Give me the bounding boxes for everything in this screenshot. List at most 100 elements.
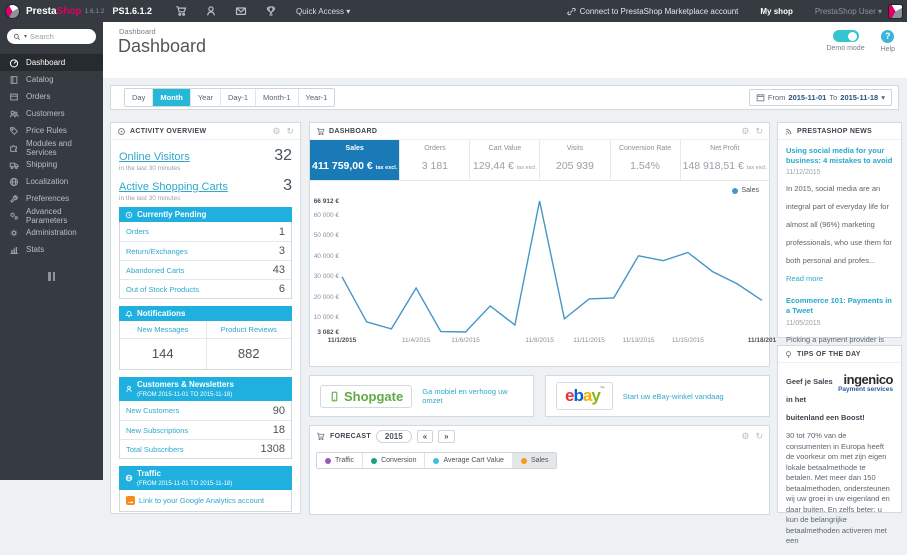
sidebar-item-customers[interactable]: Customers (0, 105, 103, 122)
brand-shop: Shop (56, 5, 82, 17)
panel-title: DASHBOARD (329, 127, 378, 135)
new-messages-link[interactable]: New Messages (120, 321, 206, 339)
gear-icon[interactable]: ⚙ (272, 126, 280, 137)
out-of-stock-link[interactable]: Out of Stock Products (126, 285, 199, 294)
date-range-picker[interactable]: From 2015-11-01 To 2015-11-18 ▾ (748, 89, 892, 106)
news-article-title[interactable]: Ecommerce 101: Payments in a Tweet (786, 296, 893, 316)
sidebar-item-label: Administration (26, 228, 77, 237)
kpi-label: Cart Value (488, 145, 522, 152)
ebay-link[interactable]: Start uw eBay-winkel vandaag (623, 392, 724, 401)
panel-title: PRESTASHOP NEWS (797, 127, 873, 135)
refresh-icon[interactable]: ↻ (286, 126, 294, 137)
total-subscribers-link[interactable]: Total Subscribers (126, 445, 184, 454)
mail-icon[interactable] (235, 5, 247, 17)
sidebar-item-localization[interactable]: Localization (0, 173, 103, 190)
marketplace-link[interactable]: Connect to PrestaShop Marketplace accoun… (567, 7, 738, 16)
online-visitors-link[interactable]: Online Visitors (119, 151, 190, 163)
refresh-icon[interactable]: ↻ (755, 126, 763, 137)
google-analytics-link[interactable]: Link to your Google Analytics account (139, 496, 264, 505)
shopgate-logo-text: Shopgate (344, 388, 404, 404)
abandoned-carts-link[interactable]: Abandoned Carts (126, 266, 184, 275)
sidebar-item-orders[interactable]: Orders (0, 88, 103, 105)
demo-mode-toggle[interactable] (832, 30, 859, 42)
new-subscriptions-link[interactable]: New Subscriptions (126, 426, 188, 435)
sidebar-item-modules[interactable]: Modules and Services (0, 139, 103, 157)
list-item: Return/Exchanges 3 (120, 241, 291, 260)
globe-icon (125, 474, 133, 482)
my-shop-link[interactable]: My shop (760, 7, 792, 16)
gear-icon[interactable]: ⚙ (741, 126, 749, 137)
range-month-button[interactable]: Month (153, 89, 191, 106)
search-input[interactable] (30, 32, 83, 41)
forecast-metric-switcher: Traffic Conversion Average Cart Value Sa… (316, 452, 558, 469)
sidebar-item-catalog[interactable]: Catalog (0, 71, 103, 88)
kpi-net-profit[interactable]: Net Profit 148 918,51 € tax excl. (679, 140, 769, 180)
sidebar-item-shipping[interactable]: Shipping (0, 156, 103, 173)
returns-link[interactable]: Return/Exchanges (126, 247, 188, 256)
sidebar-collapse-icon[interactable] (47, 272, 57, 281)
sidebar-item-administration[interactable]: Administration (0, 224, 103, 241)
section-title: Currently Pending (137, 210, 207, 219)
search-scope-caret-icon[interactable]: ▾ (24, 33, 27, 40)
kpi-conversion-rate[interactable]: Conversion Rate 1.54% (609, 140, 680, 180)
forecast-sales-button[interactable]: Sales (512, 453, 557, 468)
date-range-presets: Day Month Year Day-1 Month-1 Year-1 (124, 88, 336, 107)
y-tick-label: 40 000 € (313, 252, 339, 260)
range-year-button[interactable]: Year (190, 89, 221, 106)
trademark-symbol: ™ (599, 386, 605, 392)
tip-body: 30 tot 70% van de consumenten in Europa … (786, 431, 890, 545)
receipt-icon (9, 92, 19, 102)
sidebar-item-price-rules[interactable]: Price Rules (0, 122, 103, 139)
range-month-1-button[interactable]: Month-1 (256, 89, 299, 106)
ebay-banner[interactable]: ebay™ Start uw eBay-winkel vandaag (545, 375, 770, 417)
sidebar-item-advanced-parameters[interactable]: Advanced Parameters (0, 207, 103, 225)
legend-dot (732, 187, 739, 194)
y-tick-label: 10 000 € (313, 314, 339, 322)
forecast-prev-button[interactable]: « (416, 430, 434, 443)
breadcrumb[interactable]: Dashboard (119, 27, 156, 36)
product-reviews-link[interactable]: Product Reviews (206, 321, 291, 339)
page-title: Dashboard (118, 36, 207, 56)
tips-of-the-day-panel: TIPS OF THE DAY ingenico Payment service… (777, 345, 902, 545)
sidebar-item-stats[interactable]: Stats (0, 241, 103, 258)
kpi-visits[interactable]: Visits 205 939 (539, 140, 609, 180)
sidebar-search[interactable]: ▾ (7, 29, 96, 44)
ingenico-logo: ingenico Payment services (838, 373, 893, 393)
range-day-1-button[interactable]: Day-1 (221, 89, 257, 106)
list-item: Total Subscribers 1308 (120, 439, 291, 458)
forecast-conversion-button[interactable]: Conversion (363, 453, 426, 468)
orders-link[interactable]: Orders (126, 227, 149, 236)
shopgate-banner[interactable]: Shopgate Ga mobiel en verhoog uw omzet (309, 375, 534, 417)
new-customers-link[interactable]: New Customers (126, 406, 179, 415)
active-carts-subtitle: in the last 30 minutes (119, 195, 181, 202)
forecast-avg-cart-button[interactable]: Average Cart Value (425, 453, 513, 468)
forecast-traffic-button[interactable]: Traffic (317, 453, 364, 468)
customer-icon[interactable] (205, 5, 217, 17)
active-carts-link[interactable]: Active Shopping Carts (119, 181, 228, 193)
user-menu[interactable]: PrestaShop User ▾ (815, 7, 882, 16)
kpi-cart-value[interactable]: Cart Value 129,44 € tax excl. (469, 140, 539, 180)
range-day-button[interactable]: Day (125, 89, 154, 106)
kpi-sales[interactable]: Sales 411 759,00 € tax excl. (310, 140, 400, 180)
user-avatar[interactable] (888, 3, 903, 19)
cogs-icon (9, 211, 19, 221)
sidebar-item-preferences[interactable]: Preferences (0, 190, 103, 207)
trophy-icon[interactable] (265, 5, 277, 17)
kpi-orders[interactable]: Orders 3 181 (399, 140, 469, 180)
new-subscriptions-count: 18 (272, 424, 285, 436)
sidebar-item-dashboard[interactable]: Dashboard (0, 54, 103, 71)
legend-label: Average Cart Value (443, 457, 504, 464)
sidebar-item-label: Orders (26, 92, 51, 101)
shopgate-link[interactable]: Ga mobiel en verhoog uw omzet (422, 387, 523, 405)
news-article-title[interactable]: Using social media for your business: 4 … (786, 146, 893, 166)
quick-access-menu[interactable]: Quick Access ▾ (296, 7, 350, 16)
abandoned-carts-count: 43 (272, 264, 285, 276)
cart-icon[interactable] (175, 5, 187, 17)
panel-title: ACTIVITY OVERVIEW (130, 127, 207, 135)
forecast-next-button[interactable]: » (438, 430, 455, 443)
read-more-link[interactable]: Read more (786, 274, 823, 283)
gear-icon[interactable]: ⚙ (741, 431, 749, 442)
range-year-1-button[interactable]: Year-1 (298, 89, 335, 106)
refresh-icon[interactable]: ↻ (755, 431, 763, 442)
help-icon[interactable]: ? (881, 30, 895, 43)
